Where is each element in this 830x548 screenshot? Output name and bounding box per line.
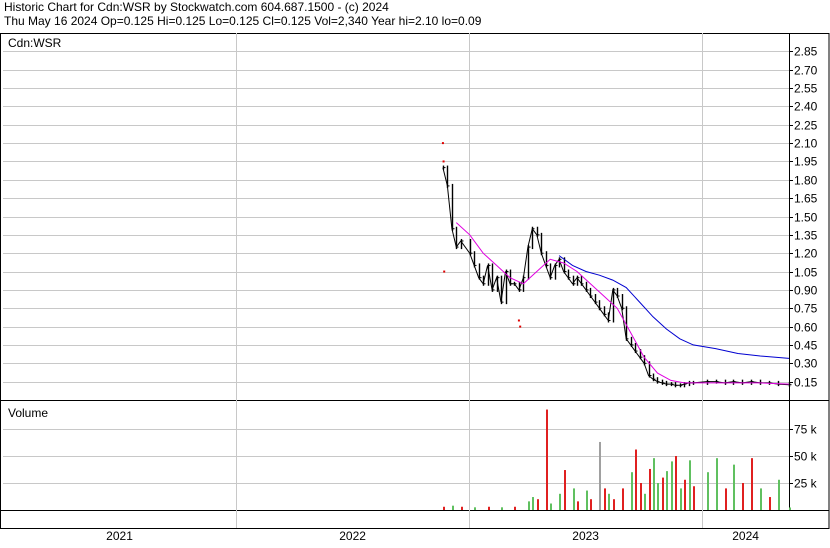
volume-bar [649, 468, 651, 510]
volume-bar [608, 493, 610, 510]
volume-bar [725, 488, 727, 510]
volume-panel-title: Volume [8, 406, 48, 420]
volume-bar [559, 493, 561, 510]
x-axis-label: 2022 [339, 529, 366, 543]
volume-bar [666, 471, 668, 510]
volume-bar [461, 506, 463, 510]
volume-bar [528, 501, 530, 510]
y-tick-label: 0.60 [794, 321, 818, 335]
volume-bar [586, 490, 588, 510]
volume-bar [707, 472, 709, 510]
volume-bar [675, 456, 677, 510]
y-tick-label: 2.10 [794, 137, 818, 151]
volume-bar [644, 493, 646, 510]
y-tick-label: 0.15 [794, 376, 818, 390]
volume-bar [693, 486, 695, 510]
volume-bar [622, 488, 624, 510]
volume-bar [532, 497, 534, 510]
volume-bar [546, 409, 548, 510]
y-tick-label: 0.45 [794, 339, 818, 353]
volume-bar [733, 464, 735, 510]
volume-bar [488, 506, 490, 510]
y-tick-label: 2.40 [794, 100, 818, 114]
volume-tick-label: 50 k [794, 450, 818, 464]
volume-bar [680, 488, 682, 510]
volume-bar [769, 497, 771, 510]
volume-bar [474, 507, 476, 510]
volume-bar [452, 505, 454, 510]
y-tick-label: 2.85 [794, 45, 818, 59]
y-tick-label: 1.35 [794, 229, 818, 243]
y-tick-label: 2.55 [794, 82, 818, 96]
volume-bar [577, 501, 579, 510]
y-tick-label: 2.25 [794, 119, 818, 133]
price-panel-title: Cdn:WSR [8, 36, 62, 50]
volume-bar [789, 507, 791, 510]
y-tick-label: 1.95 [794, 155, 818, 169]
x-axis-label: 2024 [732, 529, 759, 543]
y-tick-label: 1.05 [794, 266, 818, 280]
volume-bar [604, 488, 606, 510]
volume-bar [501, 507, 503, 510]
chart-header-title: Historic Chart for Cdn:WSR by Stockwatch… [4, 0, 389, 14]
volume-bar [760, 488, 762, 510]
volume-tick-label: 75 k [794, 423, 818, 437]
extreme-dot [442, 160, 445, 163]
extreme-dot [517, 319, 520, 322]
volume-bar [550, 503, 552, 510]
price-close-line [442, 167, 790, 386]
chart-header-quote: Thu May 16 2024 Op=0.125 Hi=0.125 Lo=0.1… [4, 14, 482, 28]
x-axis-label: 2021 [106, 529, 133, 543]
volume-bar [751, 458, 753, 510]
volume-bar [778, 479, 780, 510]
extreme-dot [519, 325, 522, 328]
y-tick-label: 0.75 [794, 302, 818, 316]
volume-bar [657, 483, 659, 510]
volume-bar [573, 488, 575, 510]
chart-frame [0, 33, 830, 529]
y-tick-label: 0.90 [794, 284, 818, 298]
y-tick-label: 1.20 [794, 247, 818, 261]
volume-tick-label: 25 k [794, 477, 818, 491]
volume-bar [653, 458, 655, 510]
y-tick-label: 2.70 [794, 64, 818, 78]
x-axis-label: 2023 [572, 529, 599, 543]
stock-chart: Historic Chart for Cdn:WSR by Stockwatch… [0, 0, 830, 543]
volume-bar [742, 483, 744, 510]
chart-svg: 2021 2022 2023 2024 0.15 0.30 0.45 0.60 0.75 0.90… [0, 33, 830, 543]
volume-bar [640, 483, 642, 510]
volume-bar [514, 506, 516, 510]
volume-bar [635, 449, 637, 510]
volume-bar [613, 499, 615, 510]
volume-bar [537, 499, 539, 510]
volume-bar [564, 470, 566, 510]
moving-average-long-line [558, 255, 790, 359]
y-tick-label: 1.80 [794, 174, 818, 188]
volume-bar [662, 477, 664, 510]
extreme-dot [441, 142, 444, 145]
volume-bar [689, 460, 691, 510]
y-tick-label: 0.30 [794, 357, 818, 371]
volume-bar [590, 499, 592, 510]
extreme-dot [443, 270, 446, 273]
volume-bar [671, 461, 673, 510]
volume-bar [684, 479, 686, 510]
volume-bar [631, 472, 633, 510]
y-tick-label: 1.50 [794, 211, 818, 225]
volume-bar [716, 458, 718, 510]
y-tick-label: 1.65 [794, 192, 818, 206]
volume-bar [599, 441, 601, 510]
volume-bar [443, 506, 445, 510]
